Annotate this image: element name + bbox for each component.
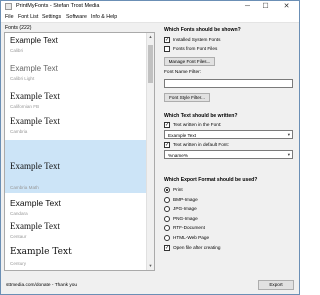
font-list-item-selected[interactable]: Example Text Cambria Math (5, 140, 148, 193)
window-title: PrintMyFonts - Stefan Trost Media (16, 3, 100, 9)
font-name: Calibri Light (10, 76, 35, 81)
text-default-font-option[interactable]: ✓ Text written in default Font: (164, 141, 294, 149)
manage-font-files-button[interactable]: Manage Font Files... (164, 57, 215, 66)
export-option-print[interactable]: Print (164, 186, 294, 194)
installed-fonts-checkbox[interactable]: ✓ (164, 36, 170, 43)
donate-link[interactable]: sttmedia.com/donate - Thank you (6, 283, 77, 288)
open-after-creating-label: Open file after creating (173, 244, 221, 250)
title-bar: PrintMyFonts - Stefan Trost Media ─ ☐ ✕ (1, 1, 299, 12)
menu-font-list[interactable]: Font List (18, 14, 38, 20)
export-option-label: HTML-Web Page (173, 234, 210, 240)
export-option-label: PNG-Image (173, 215, 198, 221)
text-in-font-checkbox[interactable]: ✓ (164, 121, 170, 128)
menu-info-help[interactable]: Info & Help (91, 14, 117, 20)
font-name: Cambria Math (10, 185, 39, 190)
installed-fonts-label: Installed System Fonts (173, 36, 221, 42)
text-default-font-select[interactable]: %name% ▾ (164, 150, 293, 159)
text-section-title: Which Text should be written? (164, 113, 238, 119)
font-name: Californian FB (10, 104, 40, 109)
chevron-down-icon: ▾ (287, 132, 290, 137)
menu-software[interactable]: Software (66, 14, 87, 20)
text-in-font-option[interactable]: ✓ Text written in the Font: (164, 121, 294, 129)
menu-bar: File Font List Settings Software Info & … (1, 12, 299, 23)
text-in-font-value: Example Text (168, 132, 197, 138)
chevron-down-icon: ▾ (287, 152, 290, 157)
font-list-item[interactable]: Example Text Century (5, 241, 148, 270)
font-name-filter-input[interactable] (164, 79, 293, 88)
menu-settings[interactable]: Settings (42, 14, 61, 20)
export-option-bmp[interactable]: BMP-Image (164, 196, 294, 204)
font-name: Centaur (10, 234, 27, 239)
font-list[interactable]: Example Text Calibri Example Text Calibr… (4, 32, 155, 271)
font-name: Candara (10, 211, 28, 216)
font-sample: Example Text (10, 161, 60, 171)
font-files-label: Fonts from Font Files (173, 45, 218, 51)
app-window: PrintMyFonts - Stefan Trost Media ─ ☐ ✕ … (0, 0, 300, 295)
font-list-item[interactable]: Example Text Calibri (5, 33, 148, 61)
scroll-down-icon[interactable]: ▼ (147, 262, 154, 269)
text-default-font-value: %name% (168, 152, 189, 158)
open-after-creating-option[interactable]: ✓ Open file after creating (164, 244, 294, 252)
export-option-html[interactable]: HTML-Web Page (164, 234, 294, 242)
app-icon (5, 3, 12, 10)
font-files-option[interactable]: Fonts from Font Files (164, 45, 294, 53)
font-sample: Example Text (10, 91, 60, 101)
menu-file[interactable]: File (5, 14, 14, 20)
close-icon[interactable]: ✕ (279, 1, 294, 12)
export-button[interactable]: Export (258, 280, 294, 290)
text-in-font-label: Text written in the Font: (173, 121, 222, 127)
export-option-label: Print (173, 186, 183, 192)
font-sample: Example Text (10, 198, 61, 208)
font-list-item[interactable]: Example Text Calibri Light (5, 60, 148, 88)
font-sample: Example Text (10, 64, 58, 73)
scroll-thumb[interactable] (148, 45, 153, 83)
scroll-up-icon[interactable]: ▲ (147, 33, 154, 40)
font-name-filter-label: Font Name Filter: (164, 70, 202, 75)
font-list-item[interactable]: Example Text Cambria (5, 112, 148, 140)
installed-fonts-option[interactable]: ✓ Installed System Fonts (164, 36, 294, 44)
text-default-font-label: Text written in default Font: (173, 141, 230, 147)
font-list-item[interactable]: Example Text Californian FB (5, 87, 148, 115)
html-radio[interactable] (164, 234, 170, 241)
text-default-font-checkbox[interactable]: ✓ (164, 141, 170, 148)
export-section-title: Which Export Format should be used? (164, 177, 258, 183)
export-option-jpg[interactable]: JPG-Image (164, 205, 294, 213)
export-option-label: JPG-Image (173, 205, 197, 211)
open-after-creating-checkbox[interactable]: ✓ (164, 244, 170, 251)
print-radio[interactable] (164, 186, 170, 193)
font-name: Century (10, 261, 27, 266)
export-option-label: RTF-Document (173, 224, 205, 230)
export-option-png[interactable]: PNG-Image (164, 215, 294, 223)
png-radio[interactable] (164, 215, 170, 222)
status-bar: sttmedia.com/donate - Thank you Export (1, 277, 299, 294)
font-style-filter-button[interactable]: Font Style Filter... (164, 93, 210, 102)
font-list-header: Fonts (222) (5, 25, 32, 31)
rtf-radio[interactable] (164, 224, 170, 231)
font-sample: Example Text (10, 247, 72, 257)
maximize-icon[interactable]: ☐ (258, 1, 273, 12)
export-option-label: BMP-Image (173, 196, 198, 202)
font-sample: Example Text (10, 36, 58, 45)
bmp-radio[interactable] (164, 196, 170, 203)
font-name: Cambria (10, 129, 28, 134)
jpg-radio[interactable] (164, 205, 170, 212)
font-files-checkbox[interactable] (164, 45, 170, 52)
export-option-rtf[interactable]: RTF-Document (164, 224, 294, 232)
font-sample: Example Text (10, 116, 60, 126)
text-in-font-select[interactable]: Example Text ▾ (164, 130, 293, 139)
font-name: Calibri (10, 48, 24, 53)
minimize-icon[interactable]: ─ (240, 1, 255, 12)
font-sample: Example Text (10, 221, 60, 231)
fonts-section-title: Which Fonts should be shown? (164, 27, 241, 33)
font-list-scrollbar[interactable]: ▲ ▼ (146, 33, 154, 270)
